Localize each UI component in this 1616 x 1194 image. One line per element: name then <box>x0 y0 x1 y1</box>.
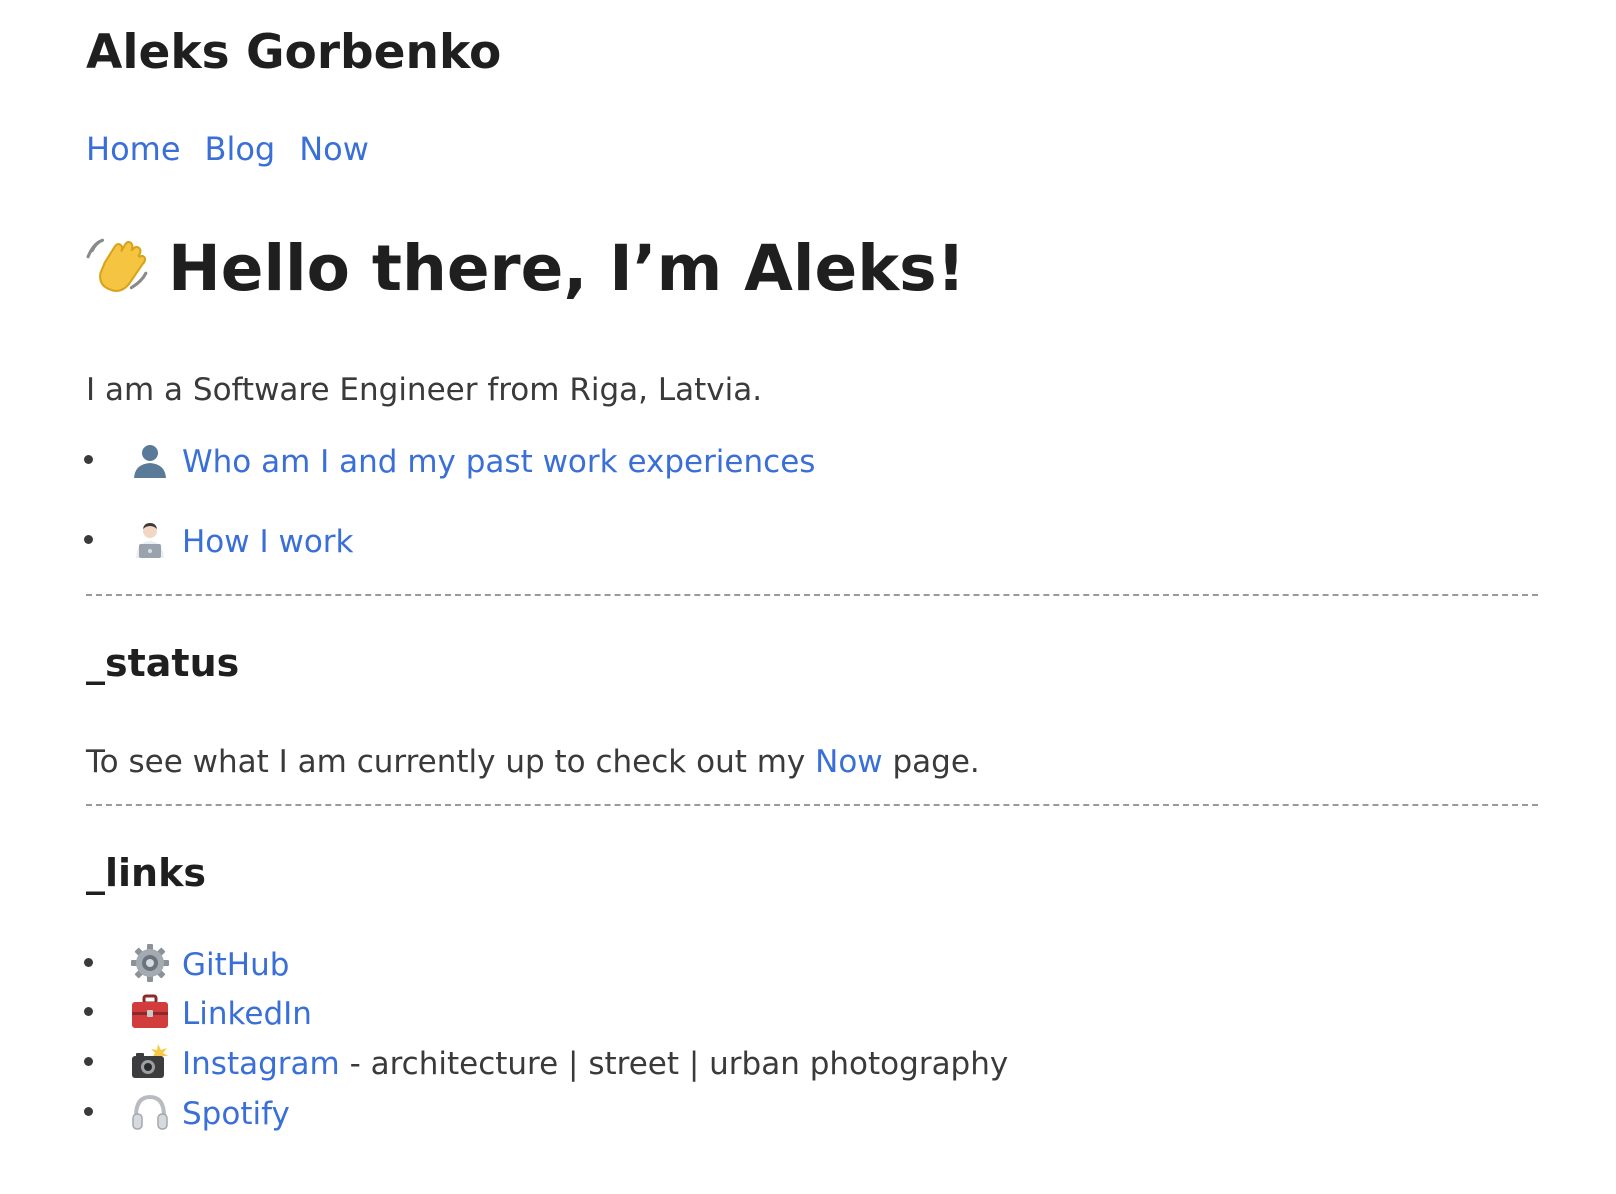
nav-link-home[interactable]: Home <box>86 130 181 168</box>
links-heading: _links <box>86 851 206 895</box>
person-laptop-icon <box>136 523 164 558</box>
bullet <box>84 1007 93 1016</box>
bullet <box>84 1057 93 1066</box>
instagram-link[interactable]: Instagram <box>182 1046 340 1082</box>
linkedin-link[interactable]: LinkedIn <box>182 996 312 1032</box>
spotify-link[interactable]: Spotify <box>182 1096 290 1132</box>
site-title[interactable]: Aleks Gorbenko <box>86 25 501 80</box>
status-heading: _status <box>86 641 240 685</box>
toolbox-icon <box>132 994 168 1028</box>
list-item: Spotify <box>84 1092 290 1133</box>
bullet <box>84 1107 93 1116</box>
gear-icon <box>131 944 169 982</box>
list-item: How I work <box>84 520 354 561</box>
list-item: Who am I and my past work experiences <box>84 440 815 481</box>
status-text: To see what I am currently up to check o… <box>86 744 980 781</box>
hero-heading: Hello there, I’m Aleks! <box>86 232 965 305</box>
nav-link-blog[interactable]: Blog <box>205 130 276 168</box>
list-item: LinkedIn <box>84 992 312 1033</box>
list-item: GitHub <box>84 943 289 984</box>
main-nav: Home Blog Now <box>86 130 393 168</box>
status-text-after: page. <box>882 744 980 780</box>
instagram-description: - architecture | street | urban photogra… <box>339 1046 1009 1082</box>
github-link[interactable]: GitHub <box>182 947 289 983</box>
nav-link-now[interactable]: Now <box>299 130 369 168</box>
headphones-icon <box>132 1094 168 1130</box>
divider <box>86 804 1538 806</box>
person-silhouette-icon <box>134 445 166 478</box>
who-am-i-link[interactable]: Who am I and my past work experiences <box>182 444 815 480</box>
camera-flash-icon <box>132 1044 168 1078</box>
now-page-link[interactable]: Now <box>815 744 883 780</box>
waving-hand-icon <box>86 238 148 292</box>
status-text-before: To see what I am currently up to check o… <box>86 744 816 780</box>
list-item: Instagram - architecture | street | urba… <box>84 1042 1009 1083</box>
bullet <box>84 455 93 464</box>
how-i-work-link[interactable]: How I work <box>182 524 354 560</box>
hero-title: Hello there, I’m Aleks! <box>168 232 966 305</box>
bullet <box>84 958 93 967</box>
bullet <box>84 535 93 544</box>
divider <box>86 594 1538 596</box>
intro-text: I am a Software Engineer from Riga, Latv… <box>86 372 763 408</box>
